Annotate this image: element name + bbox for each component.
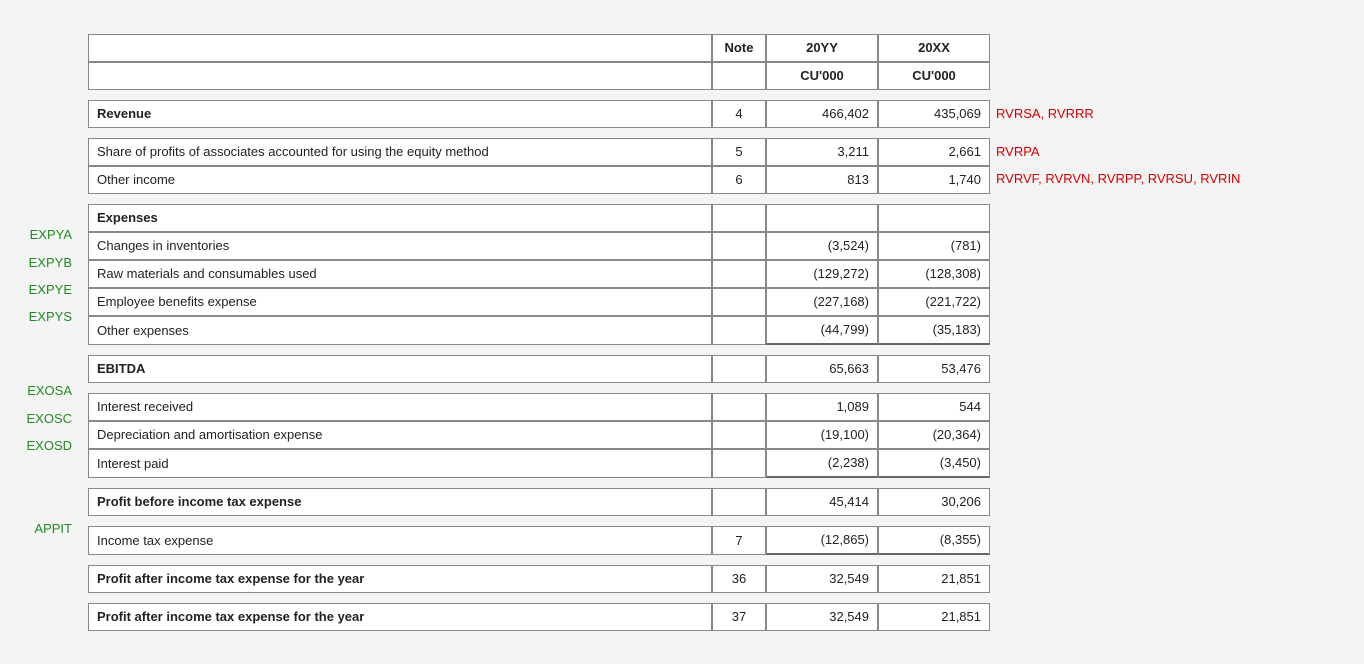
row-profit-after-tax-2: Profit after income tax expense for the … — [88, 603, 990, 631]
header-row-2: CU'000 CU'000 — [88, 62, 990, 90]
val-pbt-y: 45,414 — [766, 488, 878, 516]
val-pbt-x: 30,206 — [878, 488, 990, 516]
val-chg-inv-y: (3,524) — [766, 232, 878, 260]
header-unit-y: CU'000 — [766, 62, 878, 90]
row-other-expenses: Other expenses (44,799) (35,183) — [88, 316, 990, 345]
note-share-profits: 5 — [712, 138, 766, 166]
label-int-paid: Interest paid — [88, 449, 712, 478]
val-tax-x: (8,355) — [878, 526, 990, 555]
row-profit-before-tax: Profit before income tax expense 45,414 … — [88, 488, 990, 516]
val-ebitda-x: 53,476 — [878, 355, 990, 383]
anno-left-appit: APPIT — [12, 521, 72, 536]
label-raw-mat: Raw materials and consumables used — [88, 260, 712, 288]
row-raw-materials: Raw materials and consumables used (129,… — [88, 260, 990, 288]
label-pbt: Profit before income tax expense — [88, 488, 712, 516]
row-profit-after-tax-1: Profit after income tax expense for the … — [88, 565, 990, 593]
note-other-income: 6 — [712, 166, 766, 194]
header-blank-2 — [88, 62, 712, 90]
header-unit-x: CU'000 — [878, 62, 990, 90]
val-int-recv-y: 1,089 — [766, 393, 878, 421]
anno-left-expyb: EXPYB — [12, 255, 72, 270]
label-chg-inv: Changes in inventories — [88, 232, 712, 260]
anno-left-expys: EXPYS — [12, 309, 72, 324]
label-emp-ben: Employee benefits expense — [88, 288, 712, 316]
val-emp-ben-x: (221,722) — [878, 288, 990, 316]
note-pbt — [712, 488, 766, 516]
note-int-recv — [712, 393, 766, 421]
row-ebitda: EBITDA 65,663 53,476 — [88, 355, 990, 383]
val-other-income-x: 1,740 — [878, 166, 990, 194]
header-note: Note — [712, 34, 766, 62]
val-dep-amort-x: (20,364) — [878, 421, 990, 449]
note-int-paid — [712, 449, 766, 478]
label-pat2: Profit after income tax expense for the … — [88, 603, 712, 631]
note-ebitda — [712, 355, 766, 383]
val-raw-mat-y: (129,272) — [766, 260, 878, 288]
header-row-1: Note 20YY 20XX — [88, 34, 990, 62]
label-ebitda: EBITDA — [88, 355, 712, 383]
val-pat1-x: 21,851 — [878, 565, 990, 593]
row-other-income: Other income 6 813 1,740 — [88, 166, 990, 194]
header-col-x: 20XX — [878, 34, 990, 62]
anno-left-exosd: EXOSD — [12, 438, 72, 453]
anno-right-other-income: RVRVF, RVRVN, RVRPP, RVRSU, RVRIN — [996, 171, 1240, 186]
val-share-profits-x: 2,661 — [878, 138, 990, 166]
val-pat1-y: 32,549 — [766, 565, 878, 593]
val-chg-inv-x: (781) — [878, 232, 990, 260]
val-dep-amort-y: (19,100) — [766, 421, 878, 449]
note-pat2: 37 — [712, 603, 766, 631]
label-expenses: Expenses — [88, 204, 712, 232]
row-dep-amort: Depreciation and amortisation expense (1… — [88, 421, 990, 449]
row-interest-paid: Interest paid (2,238) (3,450) — [88, 449, 990, 478]
val-pat2-x: 21,851 — [878, 603, 990, 631]
anno-left-exosa: EXOSA — [12, 383, 72, 398]
val-share-profits-y: 3,211 — [766, 138, 878, 166]
val-int-recv-x: 544 — [878, 393, 990, 421]
row-changes-inventories: Changes in inventories (3,524) (781) — [88, 232, 990, 260]
val-pat2-y: 32,549 — [766, 603, 878, 631]
note-pat1: 36 — [712, 565, 766, 593]
val-ebitda-y: 65,663 — [766, 355, 878, 383]
note-dep-amort — [712, 421, 766, 449]
label-pat1: Profit after income tax expense for the … — [88, 565, 712, 593]
val-other-income-y: 813 — [766, 166, 878, 194]
label-other-income: Other income — [88, 166, 712, 194]
row-employee-benefits: Employee benefits expense (227,168) (221… — [88, 288, 990, 316]
note-tax: 7 — [712, 526, 766, 555]
note-revenue: 4 — [712, 100, 766, 128]
anno-right-revenue: RVRSA, RVRRR — [996, 106, 1094, 121]
row-interest-received: Interest received 1,089 544 — [88, 393, 990, 421]
note-other-exp — [712, 316, 766, 345]
val-other-exp-x: (35,183) — [878, 316, 990, 345]
row-expenses-header: Expenses — [88, 204, 990, 232]
anno-right-share-profits: RVRPA — [996, 144, 1040, 159]
label-tax: Income tax expense — [88, 526, 712, 555]
note-raw-mat — [712, 260, 766, 288]
val-emp-ben-y: (227,168) — [766, 288, 878, 316]
label-revenue: Revenue — [88, 100, 712, 128]
financial-table: Note 20YY 20XX CU'000 CU'000 Revenue 4 4… — [88, 34, 990, 631]
label-int-recv: Interest received — [88, 393, 712, 421]
row-share-profits: Share of profits of associates accounted… — [88, 138, 990, 166]
val-tax-y: (12,865) — [766, 526, 878, 555]
note-chg-inv — [712, 232, 766, 260]
header-blank — [88, 34, 712, 62]
header-col-y: 20YY — [766, 34, 878, 62]
row-revenue: Revenue 4 466,402 435,069 — [88, 100, 990, 128]
val-int-paid-x: (3,450) — [878, 449, 990, 478]
anno-left-expye: EXPYE — [12, 282, 72, 297]
anno-left-exosc: EXOSC — [12, 411, 72, 426]
val-other-exp-y: (44,799) — [766, 316, 878, 345]
label-other-exp: Other expenses — [88, 316, 712, 345]
val-revenue-y: 466,402 — [766, 100, 878, 128]
val-revenue-x: 435,069 — [878, 100, 990, 128]
note-emp-ben — [712, 288, 766, 316]
header-note-blank — [712, 62, 766, 90]
row-income-tax: Income tax expense 7 (12,865) (8,355) — [88, 526, 990, 555]
label-share-profits: Share of profits of associates accounted… — [88, 138, 712, 166]
anno-left-expya: EXPYA — [12, 227, 72, 242]
val-int-paid-y: (2,238) — [766, 449, 878, 478]
label-dep-amort: Depreciation and amortisation expense — [88, 421, 712, 449]
val-raw-mat-x: (128,308) — [878, 260, 990, 288]
